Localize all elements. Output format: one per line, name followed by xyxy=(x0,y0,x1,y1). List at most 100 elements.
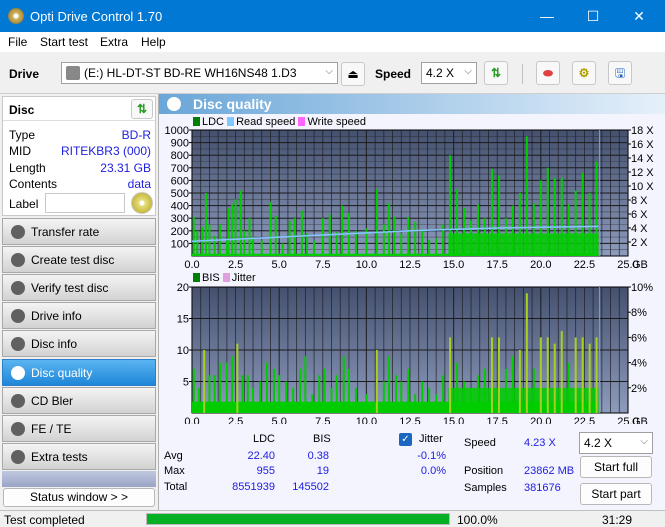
bis-bar xyxy=(463,381,466,413)
col-bis-header: BIS xyxy=(313,433,331,445)
disc-label-input[interactable] xyxy=(45,193,125,213)
y2-tick-label: 6% xyxy=(631,332,647,344)
ldc-bar xyxy=(546,167,549,256)
y-tick-label: 700 xyxy=(171,163,189,175)
nav-transfer-rate[interactable]: Transfer rate xyxy=(2,218,156,245)
verify-test-disc-icon xyxy=(11,281,25,295)
ldc-bar xyxy=(243,230,246,256)
y2-tick-label: 4 X xyxy=(631,223,648,235)
y2-tick-label: 16 X xyxy=(631,139,654,151)
bis-bar xyxy=(354,387,357,413)
ldc-bar xyxy=(511,205,514,256)
bis-bar xyxy=(525,293,528,413)
avg-bis: 0.38 xyxy=(307,450,329,462)
ldc-bar xyxy=(260,240,263,256)
x-tick-label: 20.0 xyxy=(530,259,551,271)
menu-file[interactable]: File xyxy=(8,35,27,49)
y-tick-label: 600 xyxy=(171,175,189,187)
sidebar: Disc ⇅ Type BD-R MID RITEKBR3 (000) Length… xyxy=(0,94,158,510)
x-tick-label: 0.0 xyxy=(184,259,199,271)
progress-bar xyxy=(146,513,450,525)
ldc-bar xyxy=(393,216,396,256)
y-tick-label: 200 xyxy=(171,226,189,238)
y2-tick-label: 6 X xyxy=(631,209,648,221)
bis-bar xyxy=(285,381,288,413)
nav-fe-te[interactable]: FE / TE xyxy=(2,415,156,442)
ldc-bar xyxy=(588,193,591,256)
erase-button[interactable]: ⬬ xyxy=(536,61,560,85)
ldc-bar xyxy=(347,213,350,256)
nav-extra-tests[interactable]: Extra tests xyxy=(2,443,156,470)
toolbar-separator xyxy=(522,64,523,84)
disc-refresh-button[interactable]: ⇅ xyxy=(131,99,153,119)
speed-label: Speed xyxy=(464,437,496,449)
bis-bar xyxy=(388,356,391,413)
ldc-bar xyxy=(225,240,228,256)
bis-bar xyxy=(511,356,514,413)
y2-tick-label: 14 X xyxy=(631,153,654,165)
x-tick-label: 12.5 xyxy=(399,259,420,271)
y2-tick-label: 4% xyxy=(631,358,647,370)
maximize-button[interactable]: ☐ xyxy=(570,0,616,32)
jitter-header: Jitter xyxy=(419,433,443,445)
status-bar: Test completed 100.0% 31:29 xyxy=(0,510,665,527)
nav-create-test-disc[interactable]: Create test disc xyxy=(2,246,156,273)
position-value: 23862 MB xyxy=(524,465,575,477)
start-part-button[interactable]: Start part xyxy=(580,483,652,505)
nav-disc-quality[interactable]: Disc quality xyxy=(2,359,156,386)
eject-button[interactable]: ⏏ xyxy=(341,62,365,86)
max-jitter: 0.0% xyxy=(420,465,446,477)
cd-bler-icon xyxy=(11,394,25,408)
bis-bar xyxy=(278,375,281,413)
disc-label-icon[interactable] xyxy=(131,192,153,214)
ldc-bar xyxy=(281,243,284,256)
status-window-button[interactable]: Status window > > xyxy=(3,488,155,507)
ldc-bar xyxy=(239,190,242,256)
ldc-bar xyxy=(456,189,459,256)
y-tick-label: 15 xyxy=(177,314,189,326)
nav-verify-test-disc[interactable]: Verify test disc xyxy=(2,274,156,301)
close-button[interactable]: ✕ xyxy=(616,0,662,32)
test-speed-select[interactable]: 4.2 X ⌵ xyxy=(579,432,653,454)
menu-help[interactable]: Help xyxy=(141,35,166,49)
drive-select[interactable]: (E:) HL-DT-ST BD-RE WH16NS48 1.D3 ⌵ xyxy=(61,62,338,84)
test-speed-value: 4.2 X xyxy=(584,436,613,450)
menu-extra[interactable]: Extra xyxy=(100,35,128,49)
nav-disc-info[interactable]: Disc info xyxy=(2,330,156,357)
nav-drive-info[interactable]: Drive info xyxy=(2,302,156,329)
drive-icon xyxy=(66,66,80,80)
x-tick-label: 7.5 xyxy=(315,416,330,424)
ldc-bar xyxy=(497,175,500,256)
settings-button[interactable]: ⚙ xyxy=(572,61,596,85)
speed-select[interactable]: 4.2 X ⌵ xyxy=(421,62,477,84)
ldc-bar xyxy=(483,218,486,256)
nav-cd-bler[interactable]: CD Bler xyxy=(2,387,156,414)
menu-start-test[interactable]: Start test xyxy=(40,35,88,49)
refresh-button[interactable]: ⇅ xyxy=(484,61,508,85)
ldc-bar xyxy=(435,238,438,256)
chevron-down-icon: ⌵ xyxy=(464,66,472,77)
status-text: Test completed xyxy=(4,513,85,527)
disc-panel: Disc ⇅ Type BD-R MID RITEKBR3 (000) Length… xyxy=(2,96,156,216)
max-label: Max xyxy=(164,465,185,477)
x-tick-label: 15.0 xyxy=(443,416,464,424)
ldc-bar xyxy=(421,230,424,256)
samples-value: 381676 xyxy=(524,482,561,494)
minimize-button[interactable]: — xyxy=(524,0,570,32)
start-full-button[interactable]: Start full xyxy=(580,456,652,478)
ldc-bar xyxy=(300,210,303,256)
drive-info-icon xyxy=(11,309,25,323)
bis-bar xyxy=(477,375,480,413)
y-tick-label: 900 xyxy=(171,138,189,150)
save-button[interactable]: 🖫 xyxy=(608,61,632,85)
jitter-checkbox[interactable]: ✓ xyxy=(399,433,412,446)
disc-quality-panel: Disc quality LDC Read speed Write speed … xyxy=(158,94,665,510)
ldc-bar xyxy=(477,204,480,256)
bis-bar xyxy=(532,368,535,413)
x-tick-label: 20.0 xyxy=(530,416,551,424)
y-tick-label: 400 xyxy=(171,201,189,213)
bis-bar xyxy=(318,375,321,413)
x-tick-label: 15.0 xyxy=(443,259,464,271)
ldc-bar xyxy=(525,136,528,256)
speed-label: Speed xyxy=(375,67,412,81)
